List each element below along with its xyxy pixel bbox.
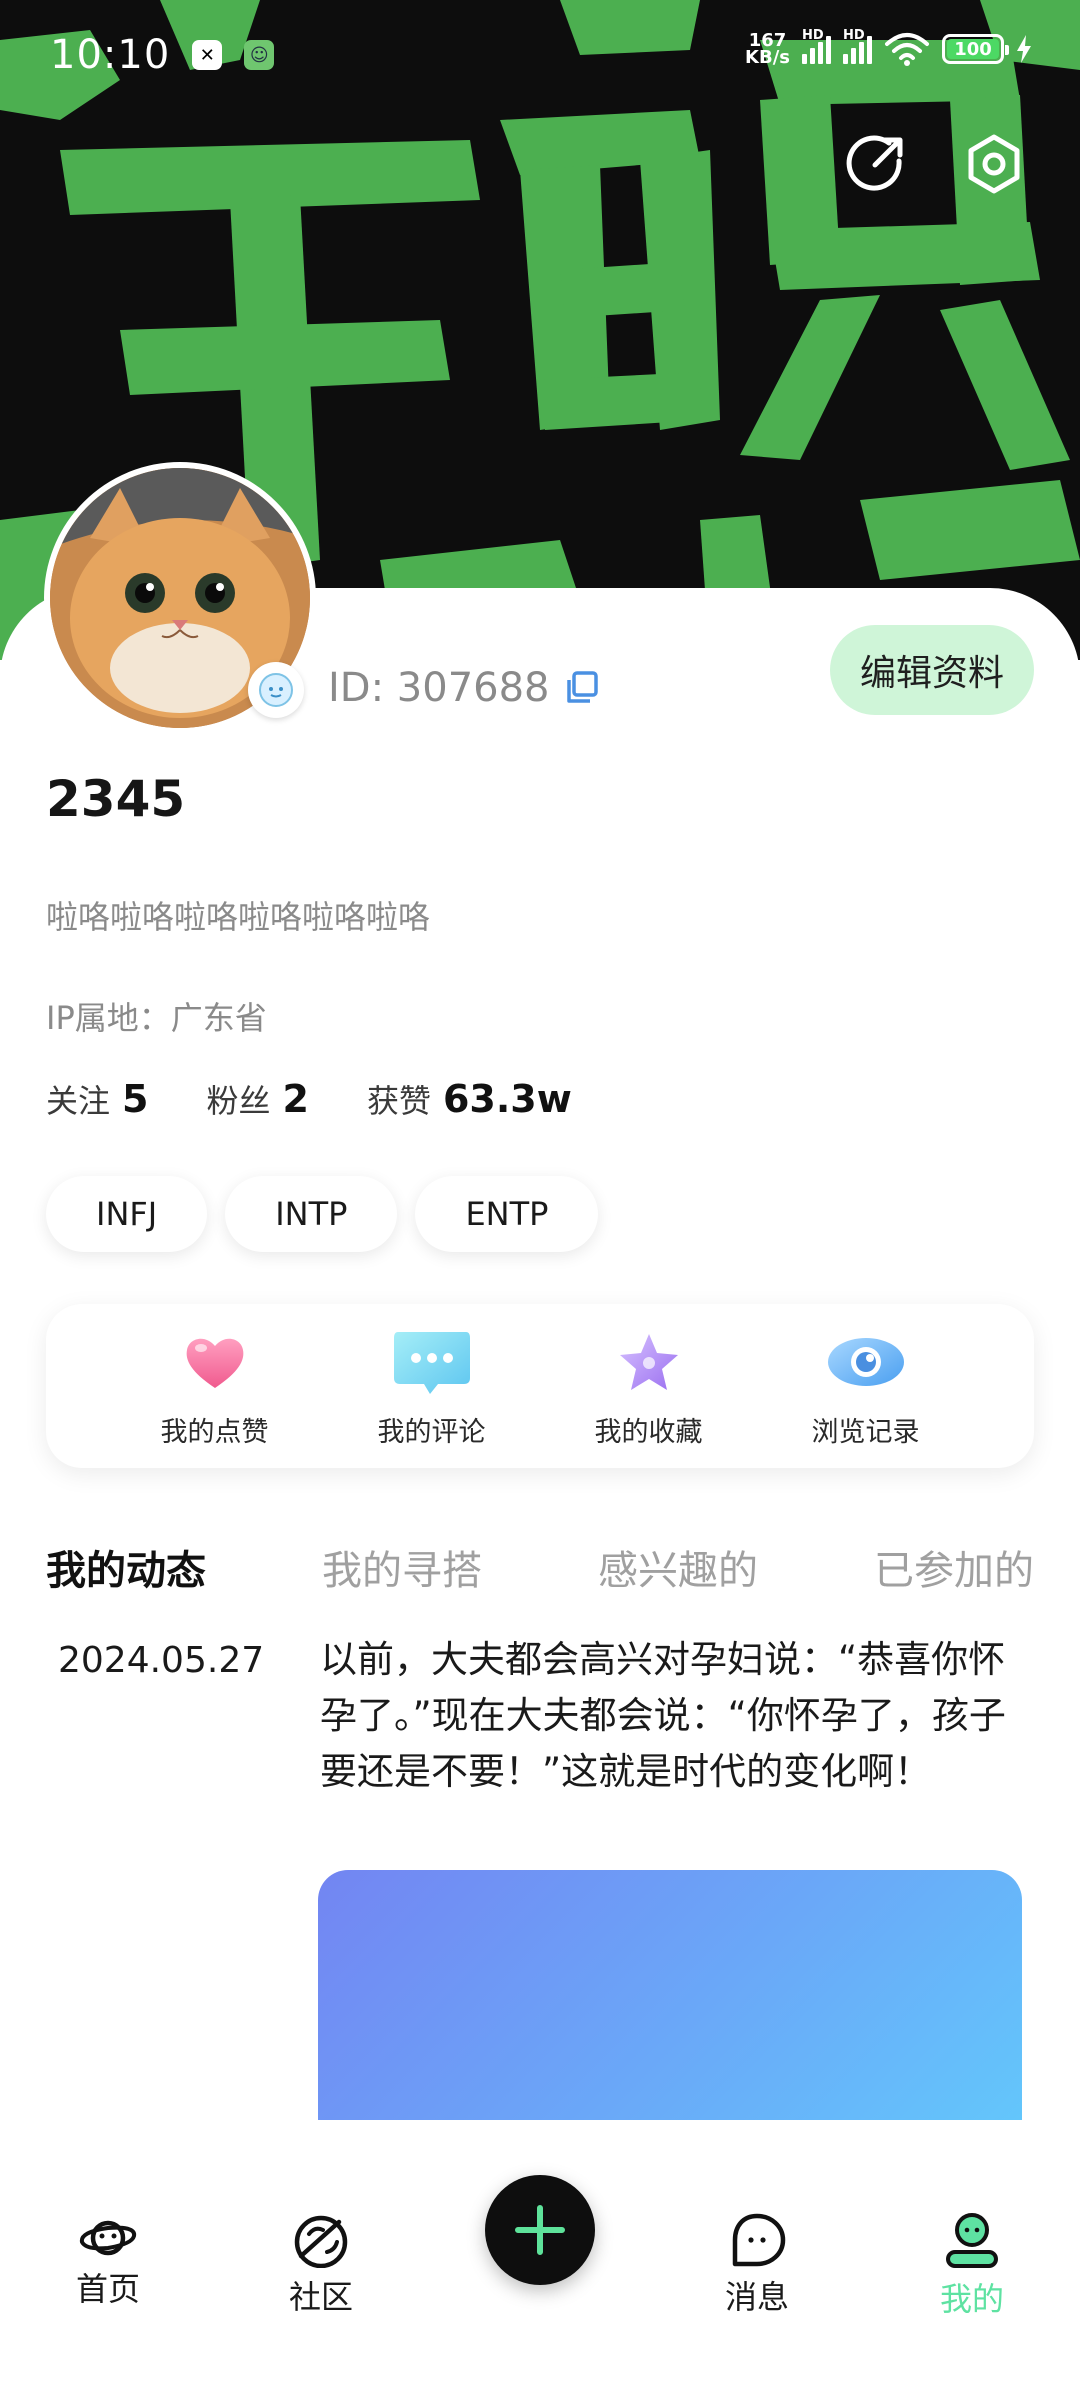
share-icon (846, 135, 903, 191)
quick-action-comments[interactable]: 我的评论 (342, 1304, 522, 1468)
nav-label: 首页 (75, 2270, 140, 2308)
settings-icon (968, 134, 1020, 194)
message-icon (732, 2213, 786, 2267)
personality-tags: INFJ INTP ENTP (46, 1176, 599, 1252)
settings-button[interactable] (958, 128, 1030, 200)
status-indicators: 167 KB/s HD HD 100 (745, 28, 1032, 68)
quick-action-label: 浏览记录 (811, 1417, 920, 1448)
capcut-icon: ✕ (192, 40, 223, 70)
tab-joined[interactable]: 已参加的 (874, 1538, 1034, 1602)
battery-level: 100 (954, 38, 992, 60)
share-button[interactable] (840, 128, 912, 200)
heart-icon (175, 1326, 255, 1398)
status-bar: 10:10 ✕ ☺ 167 KB/s HD HD 100 (0, 0, 1080, 110)
create-post-button[interactable] (485, 2175, 595, 2285)
edit-profile-button[interactable]: 编辑资料 (830, 625, 1034, 715)
plus-icon (515, 2205, 565, 2255)
bottom-navigation: 首页 社区 消息 我的 (0, 2120, 1080, 2400)
stat-value: 2 (282, 1077, 309, 1121)
network-speed: 167 KB/s (745, 32, 790, 68)
quick-action-likes[interactable]: 我的点赞 (125, 1304, 305, 1468)
cat-app-icon: ☺ (244, 40, 275, 70)
nickname: 2345 (46, 770, 186, 828)
stat-label: 获赞 (366, 1082, 431, 1120)
tab-my-posts[interactable]: 我的动态 (46, 1538, 206, 1602)
quick-action-label: 我的点赞 (160, 1417, 269, 1448)
tab-my-partners[interactable]: 我的寻搭 (322, 1538, 482, 1602)
verified-badge (248, 662, 304, 718)
signal-strength-icon-2: HD (843, 28, 872, 64)
profile-icon (946, 2213, 998, 2268)
quick-actions-panel: 我的点赞 我的评论 我的收藏 浏览记录 (46, 1304, 1034, 1468)
comment-icon (392, 1326, 472, 1398)
tab-interested[interactable]: 感兴趣的 (598, 1538, 758, 1602)
post-text[interactable]: 以前，大夫都会高兴对孕妇说：“恭喜你怀孕了。”现在大夫都会说：“你怀孕了，孩子要… (320, 1632, 1020, 1800)
nav-profile[interactable]: 我的 (912, 2212, 1032, 2320)
stat-value: 5 (122, 1077, 149, 1121)
nav-community[interactable]: 社区 (261, 2212, 381, 2318)
nav-label: 我的 (939, 2280, 1004, 2318)
charging-icon (1017, 35, 1031, 63)
stat-following[interactable]: 关注 5 (46, 1076, 148, 1122)
profile-tabs: 我的动态 我的寻搭 感兴趣的 已参加的 (46, 1538, 1034, 1602)
battery-icon: 100 (942, 34, 1009, 64)
post-date: 2024.05.27 (58, 1640, 265, 1681)
nav-home[interactable]: 首页 (48, 2212, 168, 2310)
badge-icon (259, 673, 293, 707)
quick-action-favorites[interactable]: 我的收藏 (559, 1304, 739, 1468)
ip-location: IP属地：广东省 (46, 999, 267, 1037)
eye-icon (826, 1326, 906, 1398)
wifi-icon (885, 33, 929, 66)
nav-label: 消息 (724, 2278, 789, 2316)
stat-label: 粉丝 (206, 1082, 271, 1120)
user-id-text: ID: 307688 (328, 665, 550, 711)
tag-chip[interactable]: ENTP (415, 1176, 599, 1252)
nav-label: 社区 (288, 2278, 353, 2316)
tag-chip[interactable]: INFJ (46, 1176, 208, 1252)
quick-action-label: 我的评论 (377, 1417, 486, 1448)
hd-label-2: HD (843, 28, 865, 43)
hd-label: HD (802, 28, 824, 43)
nav-messages[interactable]: 消息 (697, 2212, 817, 2318)
star-icon (609, 1326, 689, 1398)
bio: 啦咯啦咯啦咯啦咯啦咯啦咯 (46, 898, 431, 936)
community-icon (294, 2215, 348, 2268)
planet-icon (79, 2220, 137, 2256)
post-image[interactable] (318, 1870, 1022, 2120)
tag-chip[interactable]: INTP (225, 1176, 398, 1252)
stat-value: 63.3w (442, 1077, 572, 1121)
quick-action-history[interactable]: 浏览记录 (776, 1304, 956, 1468)
quick-action-label: 我的收藏 (594, 1417, 703, 1448)
user-id: ID: 307688 (328, 660, 601, 716)
stat-followers[interactable]: 粉丝 2 (206, 1076, 308, 1122)
copy-icon[interactable] (563, 669, 601, 707)
stat-likes: 获赞 63.3w (367, 1076, 572, 1122)
signal-strength-icon: HD (802, 28, 831, 64)
network-speed-unit: KB/s (745, 47, 790, 68)
profile-stats: 关注 5 粉丝 2 获赞 63.3w (46, 1076, 572, 1122)
stat-label: 关注 (46, 1082, 111, 1120)
status-time: 10:10 (50, 32, 171, 78)
